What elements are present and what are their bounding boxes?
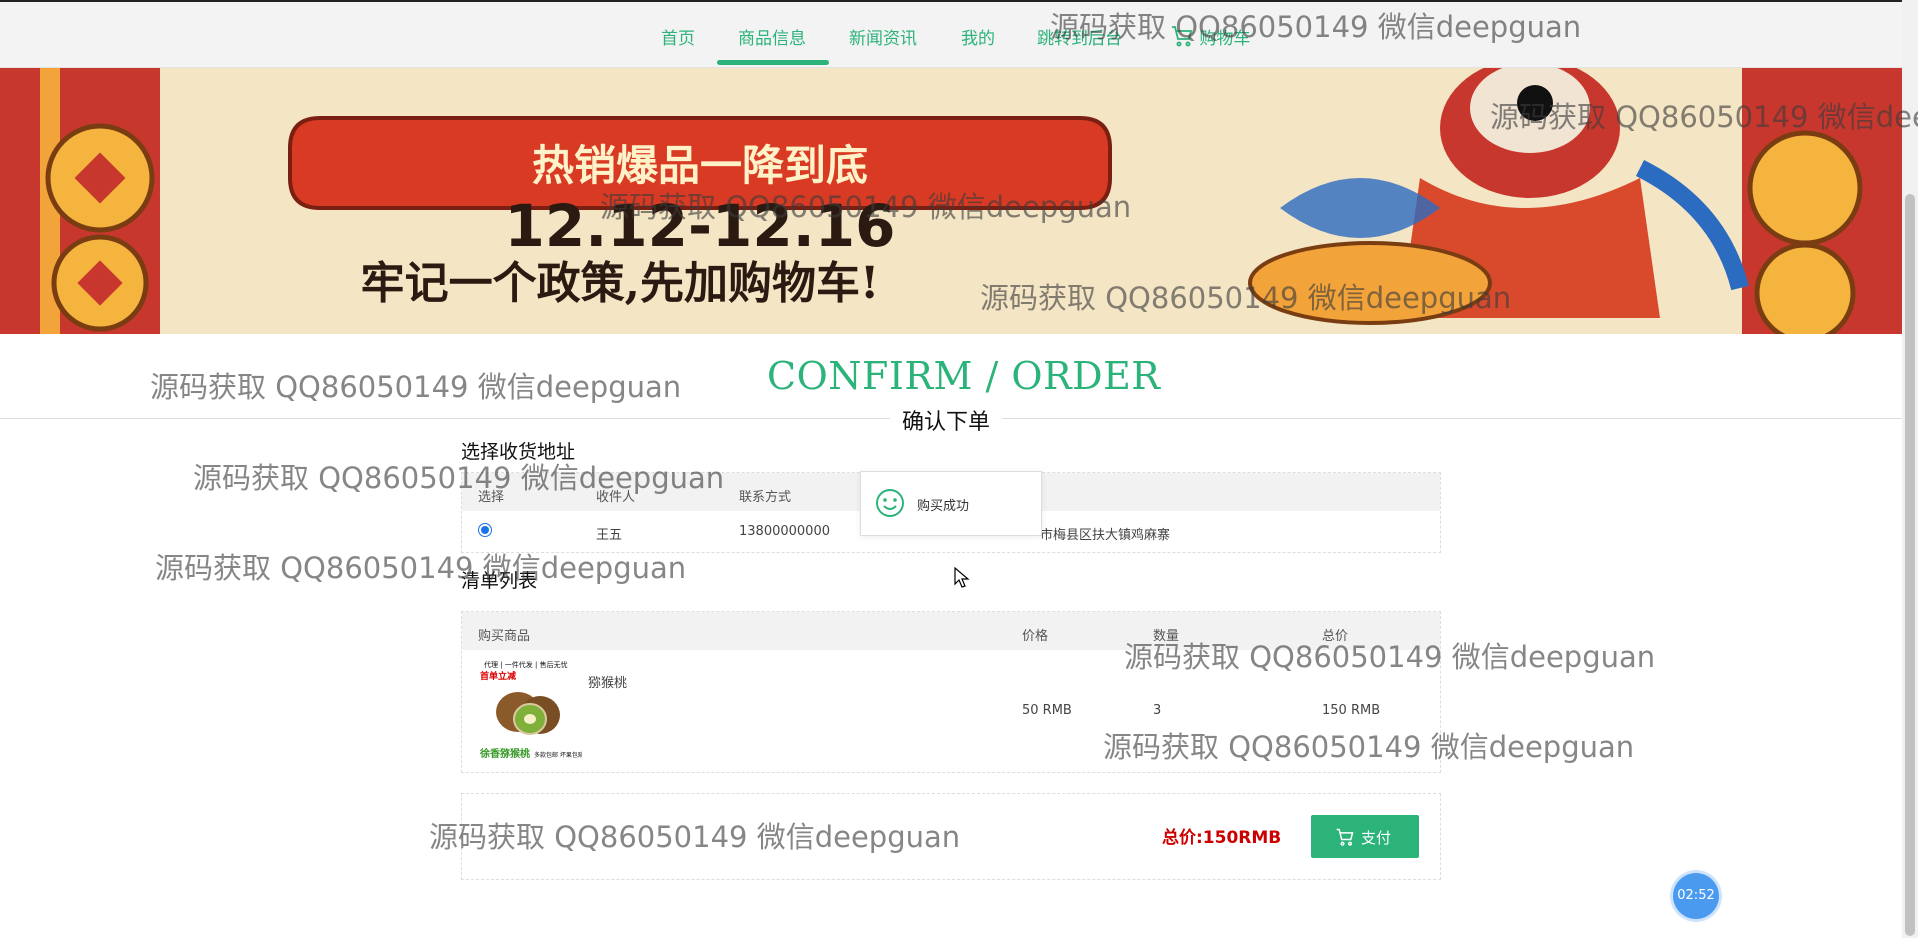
nav-cart[interactable]: 购物车: [1170, 24, 1250, 49]
nav-admin[interactable]: 跳转到后台: [1037, 24, 1122, 49]
address-header-recipient: 收件人: [596, 490, 636, 505]
toast-message: 购买成功: [917, 499, 970, 514]
product-image-caption: 代理 | 一件代发 | 售后无忧: [484, 660, 568, 669]
order-header-total: 总价: [1322, 629, 1349, 644]
product-total: 150 RMB: [1322, 703, 1381, 718]
product-image-tag: 多款包邮 坏果包赔: [534, 751, 582, 759]
banner-artwork: 热销爆品一降到底 12.12-12.16 牢记一个政策,先加购物车!: [0, 68, 1902, 334]
page-subtitle: 确认下单: [890, 404, 1003, 436]
product-image-title: 徐香猕猴桃: [479, 747, 530, 760]
nav-mine[interactable]: 我的: [961, 24, 995, 49]
product-price: 50 RMB: [1022, 703, 1072, 718]
banner-slogan: 牢记一个政策,先加购物车!: [361, 258, 880, 309]
address-header-select: 选择: [478, 490, 505, 505]
nav-home[interactable]: 首页: [661, 24, 695, 49]
product-image[interactable]: 代理 | 一件代发 | 售后无忧 首单立减 徐香猕猴桃 多款包邮 坏果包赔: [478, 657, 584, 761]
product-image-badge: 首单立减: [480, 670, 516, 682]
address-recipient: 王五: [596, 528, 623, 543]
address-detail: 市梅县区扶大镇鸡麻寨: [1040, 528, 1171, 543]
order-total: 总价:150RMB: [1162, 828, 1282, 848]
scrollbar-thumb[interactable]: [1905, 194, 1915, 936]
address-header-contact: 联系方式: [739, 490, 792, 505]
promo-banner: 热销爆品一降到底 12.12-12.16 牢记一个政策,先加购物车!: [0, 68, 1902, 334]
cart-icon: [1172, 26, 1193, 47]
product-qty: 3: [1153, 703, 1162, 718]
order-header-product: 购买商品: [478, 629, 531, 644]
smile-icon: [876, 489, 904, 517]
banner-dates: 12.12-12.16: [505, 192, 896, 260]
order-header-price: 价格: [1022, 629, 1049, 644]
order-table-header: [462, 612, 1440, 650]
cart-icon: [1336, 828, 1354, 846]
order-table: [461, 611, 1441, 773]
page-title: CONFIRM / ORDER: [767, 354, 1161, 398]
pay-button[interactable]: 支付: [1311, 815, 1419, 858]
order-section-label: 清单列表: [461, 570, 538, 592]
address-phone: 13800000000: [739, 524, 830, 539]
success-toast: 购买成功: [860, 471, 1042, 536]
address-radio[interactable]: [478, 523, 492, 537]
nav-cart-label: 购物车: [1199, 29, 1251, 49]
watermark: 源码获取 QQ86050149 微信deepguan: [150, 370, 682, 404]
timer-badge[interactable]: 02:52: [1673, 873, 1719, 919]
nav-active-indicator: [717, 60, 829, 65]
product-name[interactable]: 猕猴桃: [588, 672, 627, 691]
nav-news[interactable]: 新闻资讯: [849, 24, 917, 49]
mouse-cursor-icon: [954, 567, 970, 588]
kiwi-image: 代理 | 一件代发 | 售后无忧 首单立减 徐香猕猴桃 多款包邮 坏果包赔: [478, 657, 584, 761]
nav-products[interactable]: 商品信息: [738, 24, 806, 49]
banner-headline: 热销爆品一降到底: [532, 141, 868, 190]
order-header-qty: 数量: [1153, 629, 1180, 644]
pay-button-label: 支付: [1361, 829, 1392, 847]
address-section-label: 选择收货地址: [461, 441, 576, 463]
top-navigation: 首页 商品信息 新闻资讯 我的 跳转到后台 购物车: [0, 2, 1902, 68]
order-summary: [461, 793, 1441, 880]
